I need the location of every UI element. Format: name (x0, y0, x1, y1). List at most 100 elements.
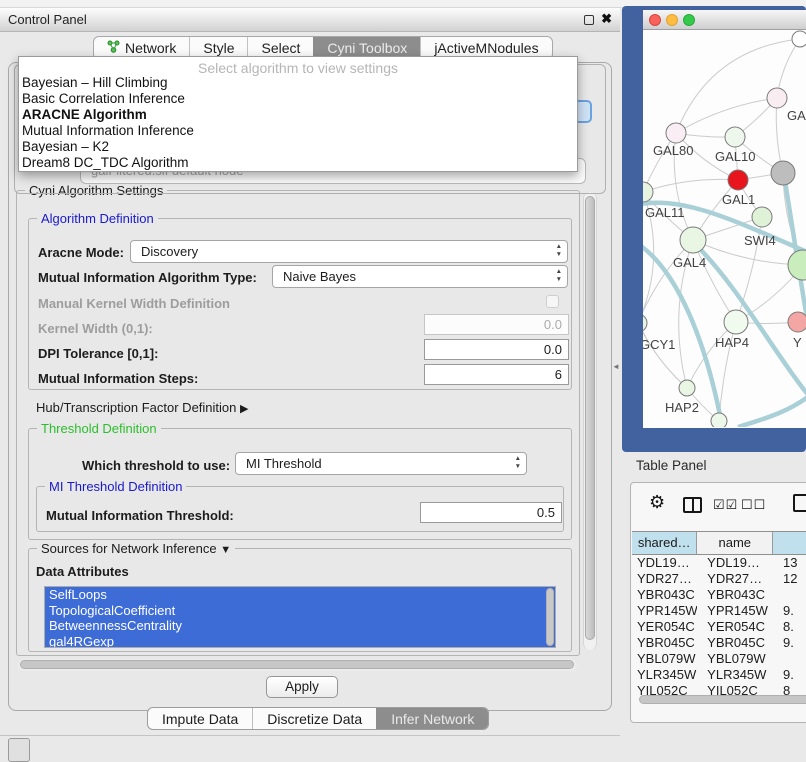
column-header[interactable]: shared… (632, 532, 697, 554)
settings-hscrollbar-thumb[interactable] (20, 660, 574, 669)
table-cell: YDL19… (632, 555, 697, 571)
table-cell: YDL19… (697, 555, 773, 571)
manual-kernel-checkbox[interactable] (546, 295, 559, 308)
network-node-gal80[interactable] (666, 123, 686, 143)
table-cell: YBR045C (632, 635, 697, 651)
table-cell: YER054C (632, 619, 697, 635)
minimized-panel-icon[interactable] (8, 738, 30, 762)
node-label: GAL11 (645, 205, 685, 220)
network-window[interactable]: GALGAL80GAL10GAL1GAL11SWI4GAL4GCY1HAP4YH… (643, 10, 806, 428)
network-canvas[interactable]: GALGAL80GAL10GAL1GAL11SWI4GAL4GCY1HAP4YH… (643, 30, 806, 427)
splitter-arrow-icon[interactable]: ◄ (612, 362, 620, 371)
close-traffic-light-icon[interactable] (649, 14, 661, 26)
table-row[interactable]: YER054CYER054C8. (632, 619, 806, 635)
network-node-gal4[interactable] (680, 227, 706, 253)
algorithm-option[interactable]: Basic Correlation Inference (19, 91, 577, 107)
hub-definition-toggle[interactable]: Hub/Transcription Factor Definition ▶ (36, 400, 248, 415)
unchecked-columns-icon[interactable]: ☐☐ (741, 497, 766, 513)
table-row[interactable]: YBR043CYBR043C (632, 587, 806, 603)
apply-button[interactable]: Apply (266, 676, 338, 698)
network-node[interactable] (711, 413, 727, 427)
table-row[interactable]: YDL19…YDL19…13 (632, 555, 806, 571)
attribute-item[interactable]: gal4RGexp (45, 634, 555, 649)
tab-infer-network[interactable]: Infer Network (376, 708, 488, 729)
algorithm-option[interactable]: Bayesian – Hill Climbing (19, 75, 577, 91)
aracne-mode-label: Aracne Mode: (38, 245, 124, 260)
mi-threshold-input[interactable]: 0.5 (420, 502, 562, 523)
attributes-list-scrollbar[interactable] (546, 588, 554, 646)
table-row[interactable]: YBL079WYBL079W (632, 651, 806, 667)
settings-scrollbar-thumb[interactable] (585, 196, 595, 640)
split-panel-icon[interactable] (683, 497, 702, 513)
table-cell: YBL079W (632, 651, 697, 667)
network-node-gal11[interactable] (643, 182, 653, 202)
maximize-traffic-light-icon[interactable] (683, 14, 695, 26)
kernel-width-input[interactable]: 0.0 (424, 314, 569, 335)
dpi-tolerance-input[interactable]: 0.0 (424, 339, 569, 360)
column-header[interactable]: name (697, 532, 773, 554)
node-label: HAP2 (665, 400, 699, 415)
network-node-gal10[interactable] (725, 127, 745, 147)
mi-type-label: Mutual Information Algorithm Type: (38, 270, 257, 285)
column-header[interactable] (773, 532, 806, 554)
table-rows: YDL19…YDL19…13YDR27…YDR27…12YBR043CYBR04… (632, 555, 806, 695)
mi-type-select[interactable]: Naive Bayes ▲▼ (272, 265, 568, 288)
network-node-gal[interactable] (767, 88, 787, 108)
network-node-swi4[interactable] (752, 207, 772, 227)
network-node-hap2[interactable] (679, 380, 695, 396)
algorithm-option[interactable]: Dream8 DC_TDC Algorithm (19, 155, 577, 171)
document-icon[interactable] (793, 494, 806, 512)
attribute-item[interactable]: BetweennessCentrality (45, 618, 555, 634)
mi-steps-input[interactable]: 6 (424, 364, 569, 385)
table-row[interactable]: YPR145WYPR145W9. (632, 603, 806, 619)
table-hscrollbar[interactable] (639, 695, 806, 704)
sources-toggle[interactable]: Sources for Network Inference ▼ (37, 541, 235, 556)
network-node[interactable] (788, 250, 806, 280)
attribute-item[interactable]: SelfLoops (45, 587, 555, 603)
table-cell: YLR345W (632, 667, 697, 683)
dpi-tolerance-label: DPI Tolerance [0,1]: (38, 346, 158, 361)
network-node-gal1[interactable] (728, 170, 748, 190)
checked-columns-icon[interactable]: ☑☑ (713, 497, 738, 513)
tab-discretize-data[interactable]: Discretize Data (252, 708, 376, 729)
aracne-mode-select[interactable]: Discovery ▲▼ (130, 240, 568, 263)
table-panel-title: Table Panel (636, 458, 707, 473)
algorithm-option[interactable]: Mutual Information Inference (19, 123, 577, 139)
tab-impute-data[interactable]: Impute Data (148, 708, 252, 729)
algorithm-option[interactable]: Bayesian – K2 (19, 139, 577, 155)
algorithm-option[interactable]: ARACNE Algorithm (19, 107, 577, 123)
attribute-item[interactable]: TopologicalCoefficient (45, 603, 555, 619)
network-edge (643, 179, 738, 192)
network-node-y[interactable] (788, 312, 806, 332)
network-edge (676, 39, 800, 133)
table-row[interactable]: YIL052CYIL052C8 (632, 683, 806, 695)
table-row[interactable]: YDR27…YDR27…12 (632, 571, 806, 587)
tab-label: jActiveMNodules (434, 40, 538, 56)
table-cell: YER054C (697, 619, 773, 635)
kernel-width-label: Kernel Width (0,1): (38, 321, 153, 336)
table-row[interactable]: YBR045CYBR045C9. (632, 635, 806, 651)
node-label: GAL4 (673, 255, 706, 270)
float-window-icon[interactable] (584, 15, 594, 25)
network-node[interactable] (771, 161, 795, 185)
tab-label: Network (125, 40, 176, 56)
which-threshold-select[interactable]: MI Threshold ▲▼ (235, 452, 527, 475)
table-row[interactable]: YLR345WYLR345W9. (632, 667, 806, 683)
close-icon[interactable]: ✖ (601, 11, 612, 27)
control-panel-titlebar: Control Panel ✖ (0, 8, 620, 32)
data-attributes-list[interactable]: SelfLoopsTopologicalCoefficientBetweenne… (44, 586, 556, 648)
network-node-hap4[interactable] (724, 310, 748, 334)
network-window-titlebar[interactable] (643, 10, 806, 30)
network-node[interactable] (792, 31, 806, 47)
minimize-traffic-light-icon[interactable] (666, 14, 678, 26)
algorithm-dropdown-popup: Select algorithm to view settings Bayesi… (18, 56, 578, 172)
stepper-arrows-icon: ▲▼ (515, 455, 521, 471)
table-cell: YBR045C (697, 635, 773, 651)
algorithm-dropdown-placeholder: Select algorithm to view settings (19, 57, 577, 75)
gear-icon[interactable]: ⚙ (649, 492, 665, 513)
table-cell: YIL052C (697, 683, 773, 695)
network-node-gcy1[interactable] (643, 314, 647, 332)
stepper-arrows-icon: ▲▼ (556, 268, 562, 284)
table-cell: YBR043C (697, 587, 773, 603)
table-cell: 8. (773, 619, 806, 635)
